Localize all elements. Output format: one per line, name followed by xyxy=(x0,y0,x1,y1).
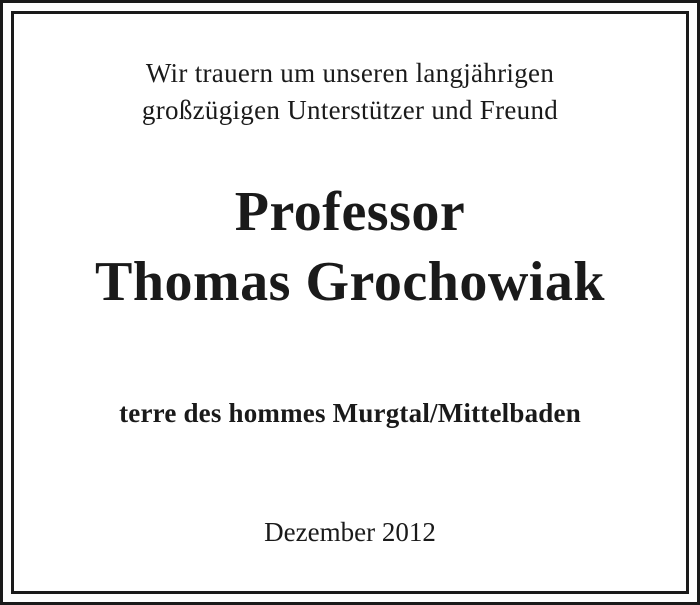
obituary-notice: Wir trauern um unseren langjährigen groß… xyxy=(0,0,700,605)
organization-name: terre des hommes Murgtal/Mittelbaden xyxy=(119,398,581,428)
intro-line-1: Wir trauern um unseren langjährigen xyxy=(145,58,555,88)
deceased-name: Thomas Grochowiak xyxy=(95,251,605,313)
title-professor: Professor xyxy=(234,181,466,243)
intro-line-2: großzügigen Unterstützer und Freund xyxy=(141,95,559,125)
notice-date: Dezember 2012 xyxy=(264,517,436,547)
